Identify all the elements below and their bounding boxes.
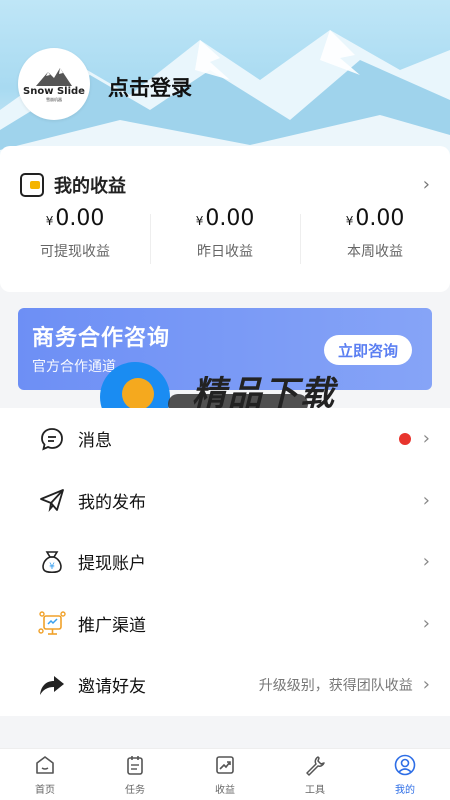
tab-tools[interactable]: 工具 (270, 749, 360, 800)
tab-label: 任务 (125, 785, 145, 796)
earnings-withdrawable: ¥0.00 可提现收益 (0, 206, 150, 261)
earnings-value: 0.00 (355, 206, 405, 231)
menu-item-promotion-channel[interactable]: 推广渠道 › (0, 593, 450, 655)
consult-button[interactable]: 立即咨询 (324, 335, 412, 365)
menu-item-my-posts[interactable]: 我的发布 › (0, 470, 450, 532)
earnings-value: 0.00 (55, 206, 105, 231)
login-link[interactable]: 点击登录 (108, 72, 192, 102)
tab-home[interactable]: 首页 (0, 749, 90, 800)
earnings-yesterday: ¥0.00 昨日收益 (150, 206, 300, 264)
business-banner[interactable]: 商务合作咨询 官方合作通道 立即咨询 (18, 308, 432, 390)
home-icon (33, 753, 57, 777)
tab-earnings[interactable]: 收益 (180, 749, 270, 800)
invite-hint: 升级级别，获得团队收益 (258, 677, 413, 694)
logo-subtext: 雪崩机器 (46, 96, 62, 102)
earnings-label: 可提现收益 (40, 244, 110, 260)
wallet-icon (20, 173, 44, 197)
earnings-label: 本周收益 (347, 244, 403, 260)
earnings-this-week: ¥0.00 本周收益 (300, 206, 450, 264)
menu-list: 消息 › 我的发布 › ¥ 提现账户 › 推广渠道 › 邀请好友 升级级别，获得… (0, 408, 450, 716)
chevron-right-icon: › (422, 551, 430, 573)
tab-label: 我的 (395, 785, 415, 796)
earnings-stats: ¥0.00 可提现收益 ¥0.00 昨日收益 ¥0.00 本周收益 (0, 206, 450, 264)
tab-label: 首页 (35, 785, 55, 796)
bottom-tab-bar: 首页 任务 收益 工具 我的 (0, 748, 450, 800)
menu-item-label: 提现账户 (78, 554, 146, 575)
chevron-right-icon: › (422, 428, 430, 450)
banner-subtitle: 官方合作通道 (32, 359, 116, 375)
tab-label: 收益 (215, 785, 235, 796)
menu-item-messages[interactable]: 消息 › (0, 408, 450, 470)
tab-mine[interactable]: 我的 (360, 749, 450, 800)
wrench-icon (303, 753, 327, 777)
paper-plane-icon (38, 486, 66, 514)
earnings-header: 我的收益 (20, 172, 126, 198)
task-icon (123, 753, 147, 777)
chart-icon (213, 753, 237, 777)
logo-text: Snow Slide (23, 85, 85, 97)
tab-tasks[interactable]: 任务 (90, 749, 180, 800)
currency-symbol: ¥ (195, 214, 204, 228)
chevron-right-icon: › (422, 612, 430, 634)
mountain-logo-icon (36, 67, 72, 86)
chevron-right-icon: › (422, 489, 430, 511)
menu-item-label: 消息 (78, 431, 112, 452)
menu-item-withdraw-account[interactable]: ¥ 提现账户 › (0, 531, 450, 593)
chevron-right-icon: › (422, 674, 430, 696)
menu-item-invite-friends[interactable]: 邀请好友 升级级别，获得团队收益 › (0, 654, 450, 716)
banner-title: 商务合作咨询 (32, 326, 171, 351)
menu-item-label: 邀请好友 (78, 677, 146, 698)
channel-icon (38, 609, 66, 637)
menu-item-label: 我的发布 (78, 492, 146, 513)
earnings-label: 昨日收益 (197, 244, 253, 260)
unread-badge (398, 432, 411, 445)
tab-label: 工具 (305, 785, 325, 796)
earnings-title: 我的收益 (54, 176, 126, 197)
earnings-value: 0.00 (205, 206, 255, 231)
money-bag-icon: ¥ (38, 548, 66, 576)
message-icon (38, 425, 66, 453)
share-arrow-icon (38, 671, 66, 699)
earnings-card[interactable]: 我的收益 › ¥0.00 可提现收益 ¥0.00 昨日收益 ¥0.00 本周收益 (0, 146, 450, 292)
menu-item-label: 推广渠道 (78, 615, 146, 636)
user-icon (393, 753, 417, 777)
currency-symbol: ¥ (345, 214, 354, 228)
profile-header: Snow Slide 雪崩机器 点击登录 (0, 0, 450, 160)
avatar[interactable]: Snow Slide 雪崩机器 (18, 48, 90, 120)
chevron-right-icon[interactable]: › (423, 174, 430, 195)
currency-symbol: ¥ (45, 214, 54, 228)
svg-text:¥: ¥ (49, 562, 55, 572)
